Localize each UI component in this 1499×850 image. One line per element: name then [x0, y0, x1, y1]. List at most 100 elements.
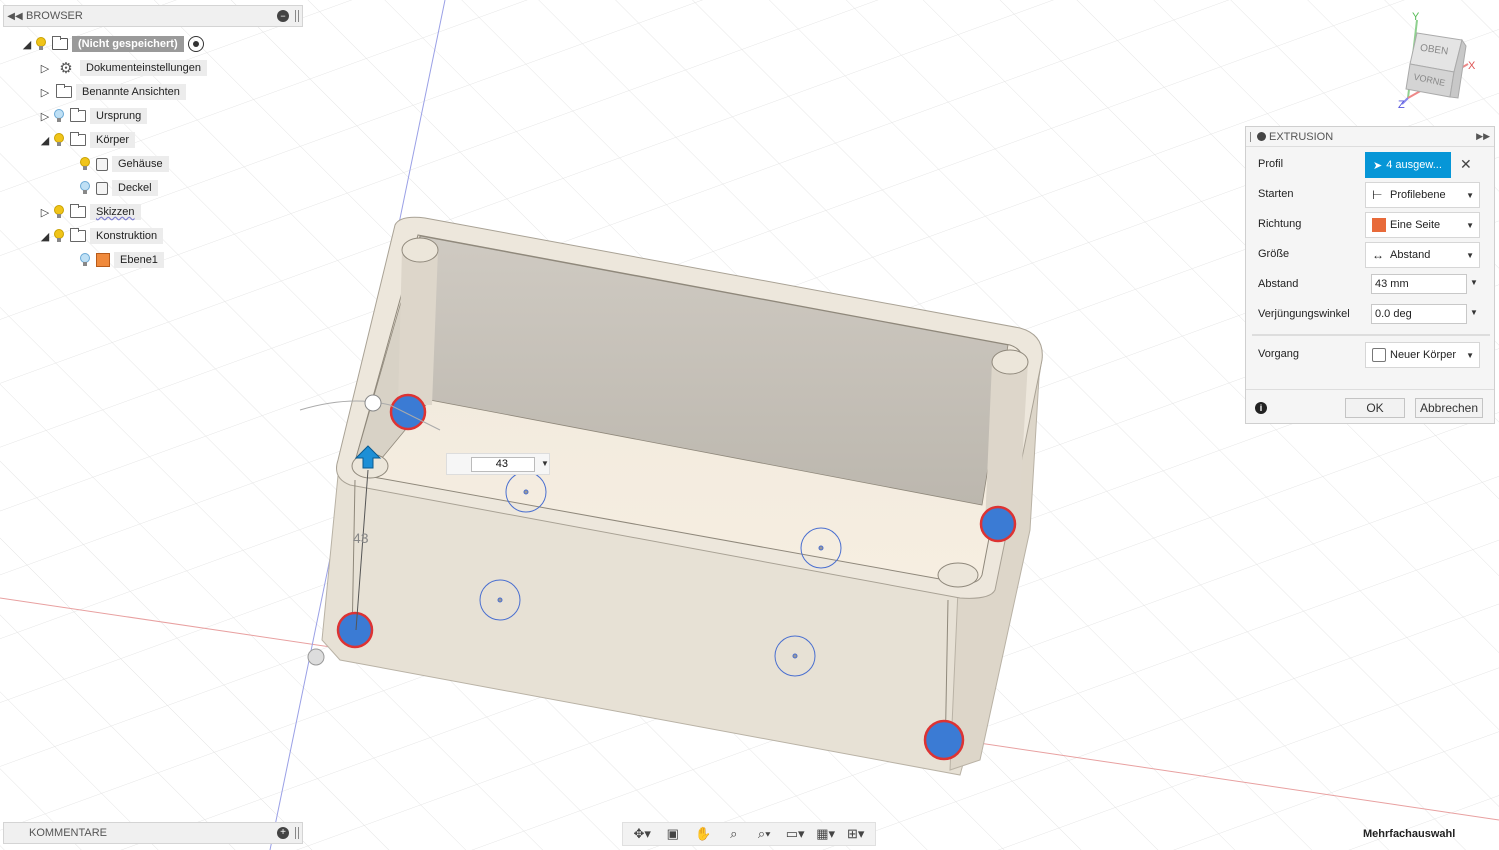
cancel-button[interactable]: Abbrechen: [1415, 398, 1483, 418]
extrusion-title: EXTRUSION: [1269, 130, 1334, 143]
tree-item-label[interactable]: Dokumenteinstellungen: [80, 60, 207, 76]
expand-triangle-icon[interactable]: ▷: [38, 106, 52, 126]
tree-item-label[interactable]: Körper: [90, 132, 136, 148]
collapse-triangle-icon[interactable]: ◢: [38, 130, 52, 150]
distance-dropdown-icon[interactable]: ▼: [541, 459, 549, 468]
starten-label: Starten: [1258, 188, 1294, 200]
svg-text:Y: Y: [1412, 11, 1420, 23]
svg-text:Z: Z: [1398, 99, 1405, 111]
panel-grip-icon[interactable]: [295, 827, 299, 839]
collapse-triangle-icon[interactable]: ◢: [38, 226, 52, 246]
tree-item-gehaeuse[interactable]: Gehäuse: [78, 154, 169, 174]
selected-profile-1[interactable]: [389, 393, 427, 431]
lightbulb-icon[interactable]: [52, 226, 66, 246]
taper-handle[interactable]: [364, 394, 382, 412]
zoom-icon[interactable]: ⌕: [725, 826, 743, 842]
tree-item-ebene1[interactable]: Ebene1: [78, 250, 164, 270]
profile-plane-icon: ⊢: [1372, 188, 1383, 202]
tree-root-label[interactable]: (Nicht gespeichert): [72, 36, 184, 52]
browser-title: BROWSER: [26, 10, 83, 22]
tree-item-label[interactable]: Deckel: [112, 180, 158, 196]
dimension-label: 43: [353, 530, 369, 546]
clear-selection-icon[interactable]: ✕: [1460, 156, 1472, 173]
selected-profile-3[interactable]: [336, 611, 374, 649]
vorgang-label: Vorgang: [1258, 348, 1299, 360]
chevron-down-icon: ▼: [1466, 250, 1474, 260]
ok-button[interactable]: OK: [1345, 398, 1405, 418]
extrusion-header[interactable]: EXTRUSION ▶▶: [1246, 127, 1494, 147]
browser-header[interactable]: ◀◀ BROWSER −: [3, 5, 303, 27]
selection-status: Mehrfachauswahl: [1363, 828, 1456, 840]
tree-item-koerper[interactable]: ◢ Körper: [38, 130, 136, 150]
orbit-icon[interactable]: ✥▾: [633, 826, 651, 842]
chevron-down-icon[interactable]: ▼: [1470, 308, 1478, 317]
one-side-icon: [1372, 218, 1386, 232]
zoom-window-icon[interactable]: ⌕▾: [755, 826, 773, 842]
tree-item-dokumenteinstellungen[interactable]: ▷ ⚙ Dokumenteinstellungen: [38, 58, 207, 78]
minimize-icon[interactable]: [1257, 132, 1266, 141]
distance-input[interactable]: 43: [471, 457, 535, 472]
selected-profile-2[interactable]: [979, 505, 1017, 543]
lightbulb-icon[interactable]: [34, 34, 48, 54]
abstand-label: Abstand: [1258, 278, 1299, 290]
lightbulb-icon[interactable]: [52, 106, 66, 126]
expand-panel-icon[interactable]: ▶▶: [1476, 131, 1490, 142]
row-starten: Starten ⊢ Profilebene ▼: [1246, 182, 1494, 208]
tree-item-label[interactable]: Skizzen: [90, 204, 141, 220]
lightbulb-icon[interactable]: [78, 154, 92, 174]
lightbulb-icon[interactable]: [52, 130, 66, 150]
abstand-input[interactable]: 43 mm: [1371, 274, 1467, 294]
row-richtung: Richtung Eine Seite ▼: [1246, 212, 1494, 238]
activate-radio-icon[interactable]: [187, 36, 204, 52]
groesse-label: Größe: [1258, 248, 1290, 260]
add-comment-icon[interactable]: +: [277, 827, 289, 839]
tree-item-benannte-ansichten[interactable]: ▷ Benannte Ansichten: [38, 82, 186, 102]
tree-item-label[interactable]: Ursprung: [90, 108, 148, 124]
vorgang-select[interactable]: Neuer Körper ▼: [1365, 342, 1480, 368]
viewports-icon[interactable]: ⊞▾: [847, 826, 865, 842]
tree-item-deckel[interactable]: Deckel: [78, 178, 158, 198]
expand-triangle-icon[interactable]: ▷: [38, 58, 52, 78]
tree-item-konstruktion[interactable]: ◢ Konstruktion: [38, 226, 164, 246]
divider: [1252, 334, 1490, 336]
expand-triangle-icon[interactable]: ▷: [38, 82, 52, 102]
comments-panel[interactable]: KOMMENTARE +: [3, 822, 303, 844]
look-at-icon[interactable]: ▣: [664, 826, 682, 842]
expand-triangle-icon[interactable]: ▷: [38, 202, 52, 222]
chevron-down-icon: ▼: [1466, 190, 1474, 200]
panel-grip-icon[interactable]: [295, 10, 299, 22]
info-icon[interactable]: i: [1255, 402, 1267, 414]
tree-root[interactable]: ◢ (Nicht gespeichert): [20, 34, 204, 54]
groesse-select[interactable]: ↔ Abstand ▼: [1365, 242, 1480, 268]
richtung-select[interactable]: Eine Seite ▼: [1365, 212, 1480, 238]
lightbulb-icon[interactable]: [78, 250, 92, 270]
tree-item-ursprung[interactable]: ▷ Ursprung: [38, 106, 148, 126]
lightbulb-icon[interactable]: [78, 178, 92, 198]
row-profil: Profil ➤ 4 ausgew... ✕: [1246, 152, 1494, 178]
verjuengungswinkel-label: Verjüngungswinkel: [1258, 308, 1350, 320]
body-icon: [96, 157, 108, 171]
tree-item-skizzen[interactable]: ▷ Skizzen: [38, 202, 141, 222]
pan-hand-icon[interactable]: ✋: [694, 826, 712, 842]
tree-item-label[interactable]: Benannte Ansichten: [76, 84, 186, 100]
tree-item-label[interactable]: Gehäuse: [112, 156, 169, 172]
verjuengungswinkel-input[interactable]: 0.0 deg: [1371, 304, 1467, 324]
extrusion-dialog[interactable]: EXTRUSION ▶▶ Profil ➤ 4 ausgew... ✕ Star…: [1245, 126, 1495, 424]
selected-profile-4[interactable]: [923, 719, 965, 761]
gear-icon: ⚙: [59, 60, 73, 77]
profile-select-button[interactable]: ➤ 4 ausgew...: [1365, 152, 1451, 178]
expand-triangle-icon[interactable]: ◢: [20, 34, 34, 54]
chevron-down-icon[interactable]: ▼: [1470, 278, 1478, 287]
panel-grip-icon[interactable]: [1250, 131, 1253, 142]
row-vorgang: Vorgang Neuer Körper ▼: [1246, 342, 1494, 368]
display-settings-icon[interactable]: ▭▾: [786, 826, 805, 842]
tree-item-label[interactable]: Konstruktion: [90, 228, 164, 244]
browser-minus-icon[interactable]: −: [277, 10, 289, 22]
tree-item-label[interactable]: Ebene1: [114, 252, 164, 268]
starten-select[interactable]: ⊢ Profilebene ▼: [1365, 182, 1480, 208]
lightbulb-icon[interactable]: [52, 202, 66, 222]
distance-input-widget[interactable]: 43 ▼: [446, 453, 550, 475]
collapse-icon[interactable]: ◀◀: [4, 11, 26, 22]
distance-icon: ↔: [1372, 248, 1384, 262]
grid-settings-icon[interactable]: ▦▾: [816, 826, 835, 842]
